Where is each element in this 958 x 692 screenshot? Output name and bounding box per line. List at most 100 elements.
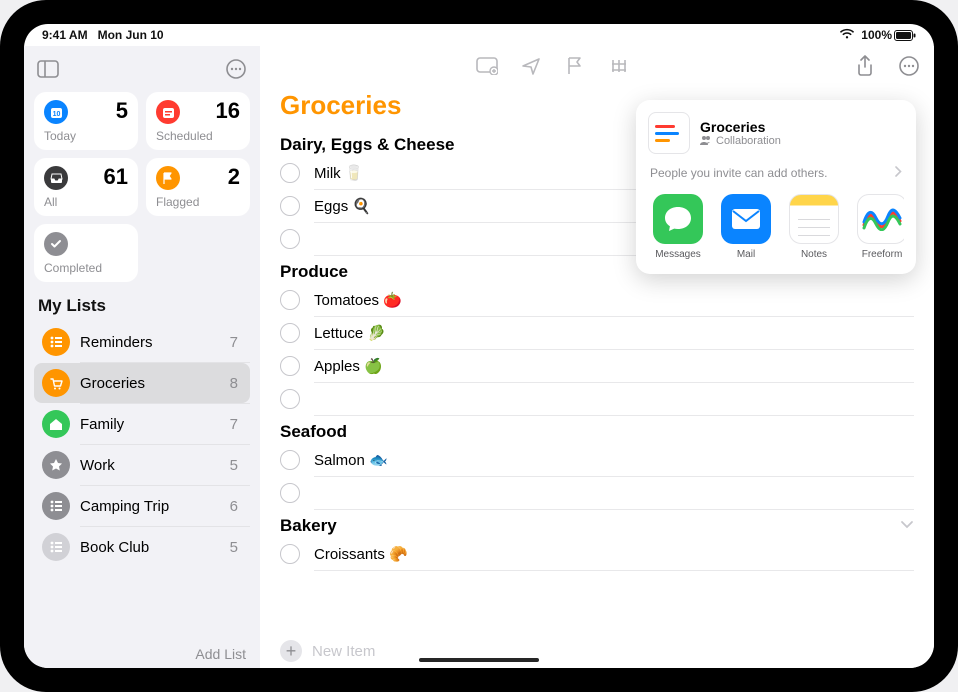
main-panel: Groceries Dairy, Eggs & CheeseMilk 🥛Eggs… (260, 46, 934, 668)
share-button[interactable] (854, 55, 876, 77)
complete-circle[interactable] (280, 196, 300, 216)
share-app-notes[interactable]: Notes (784, 194, 844, 260)
complete-circle[interactable] (280, 163, 300, 183)
reminder-text: Salmon 🐟 (314, 451, 388, 469)
sidebar-more-button[interactable] (222, 55, 250, 83)
battery-indicator: 100% (861, 28, 916, 42)
flag-icon (156, 166, 180, 190)
app-label: Notes (801, 249, 827, 260)
chevron-right-icon (895, 166, 902, 180)
complete-circle[interactable] (280, 389, 300, 409)
tray-icon (44, 166, 68, 190)
smart-list-flagged[interactable]: 2 Flagged (146, 158, 250, 216)
new-item-button[interactable]: + New Item (280, 640, 375, 662)
list-name: Work (80, 457, 230, 474)
list-name: Camping Trip (80, 498, 230, 515)
list-name: Reminders (80, 334, 230, 351)
reminder-text: Tomatoes 🍅 (314, 291, 402, 309)
smart-label: Flagged (156, 195, 199, 209)
smart-list-all[interactable]: 61 All (34, 158, 138, 216)
reminder-item[interactable]: Apples 🍏 (280, 350, 914, 382)
share-thumbnail-icon (648, 112, 690, 154)
status-date: Mon Jun 10 (98, 28, 164, 42)
share-app-freeform[interactable]: Freeform (852, 194, 904, 260)
new-item-label: New Item (312, 643, 375, 660)
complete-circle[interactable] (280, 290, 300, 310)
smart-list-scheduled[interactable]: 16 Scheduled (146, 92, 250, 150)
app-icon (789, 194, 839, 244)
list-count: 5 (230, 539, 238, 556)
smart-count: 61 (104, 164, 128, 190)
chevron-down-icon[interactable] (900, 517, 914, 535)
my-lists-header: My Lists (38, 296, 246, 316)
app-icon (721, 194, 771, 244)
new-reminder-button[interactable] (476, 55, 498, 77)
smart-count: 16 (216, 98, 240, 124)
list-count: 8 (230, 375, 238, 392)
complete-circle[interactable] (280, 483, 300, 503)
list-name: Groceries (80, 375, 230, 392)
more-button[interactable] (898, 55, 920, 77)
app-icon (653, 194, 703, 244)
list-icon (42, 328, 70, 356)
people-icon (700, 135, 712, 148)
list-icon (42, 369, 70, 397)
sidebar-list-family[interactable]: Family7 (34, 404, 250, 444)
complete-circle[interactable] (280, 544, 300, 564)
smart-label: Completed (44, 261, 102, 275)
calendar-icon (156, 100, 180, 124)
reminder-item[interactable]: Lettuce 🥬 (280, 317, 914, 349)
section-header: Bakery (280, 516, 337, 536)
home-indicator[interactable] (419, 658, 539, 662)
list-icon (42, 492, 70, 520)
main-toolbar (260, 46, 934, 86)
reminder-item[interactable]: Salmon 🐟 (280, 444, 914, 476)
reminder-text: Croissants 🥐 (314, 545, 408, 563)
list-count: 7 (230, 334, 238, 351)
smart-label: All (44, 195, 57, 209)
sidebar-list-camping-trip[interactable]: Camping Trip6 (34, 486, 250, 526)
share-app-mail[interactable]: Mail (716, 194, 776, 260)
smart-list-completed[interactable]: Completed (34, 224, 138, 282)
checkmark-icon (44, 232, 68, 256)
reminder-text: Apples 🍏 (314, 357, 383, 375)
complete-circle[interactable] (280, 356, 300, 376)
smart-label: Scheduled (156, 129, 213, 143)
app-label: Messages (655, 249, 701, 260)
section-header: Seafood (260, 416, 934, 444)
reminder-text: Eggs 🍳 (314, 197, 371, 215)
status-time: 9:41 AM (42, 28, 88, 42)
list-icon (42, 451, 70, 479)
app-icon (857, 194, 904, 244)
list-count: 5 (230, 457, 238, 474)
calendar-icon: 10 (44, 100, 68, 124)
smart-list-today[interactable]: 10 5 Today (34, 92, 138, 150)
share-app-messages[interactable]: Messages (648, 194, 708, 260)
complete-circle[interactable] (280, 450, 300, 470)
list-icon (42, 533, 70, 561)
reminder-item[interactable]: Croissants 🥐 (280, 538, 914, 570)
plus-icon: + (280, 640, 302, 662)
add-list-button[interactable]: Add List (195, 646, 246, 662)
sidebar-list-reminders[interactable]: Reminders7 (34, 322, 250, 362)
reminder-item-empty[interactable]: . (280, 383, 914, 415)
share-title: Groceries (700, 119, 781, 135)
sidebar-list-groceries[interactable]: Groceries8 (34, 363, 250, 403)
status-bar: 9:41 AM Mon Jun 10 100% (24, 24, 934, 46)
smart-count: 2 (228, 164, 240, 190)
wifi-icon (839, 28, 855, 43)
sidebar-list-book-club[interactable]: Book Club5 (34, 527, 250, 567)
complete-circle[interactable] (280, 229, 300, 249)
reminder-text: Lettuce 🥬 (314, 324, 386, 342)
complete-circle[interactable] (280, 323, 300, 343)
location-icon[interactable] (520, 55, 542, 77)
share-sheet: Groceries Collaboration People you invit… (636, 100, 916, 274)
reminder-item-empty[interactable]: . (280, 477, 914, 509)
flag-icon[interactable] (564, 55, 586, 77)
share-options-row[interactable]: People you invite can add others. (650, 166, 902, 180)
sidebar-list-work[interactable]: Work5 (34, 445, 250, 485)
share-subtitle: Collaboration (716, 135, 781, 147)
tag-icon[interactable] (608, 55, 630, 77)
toggle-sidebar-button[interactable] (34, 55, 62, 83)
reminder-item[interactable]: Tomatoes 🍅 (280, 284, 914, 316)
